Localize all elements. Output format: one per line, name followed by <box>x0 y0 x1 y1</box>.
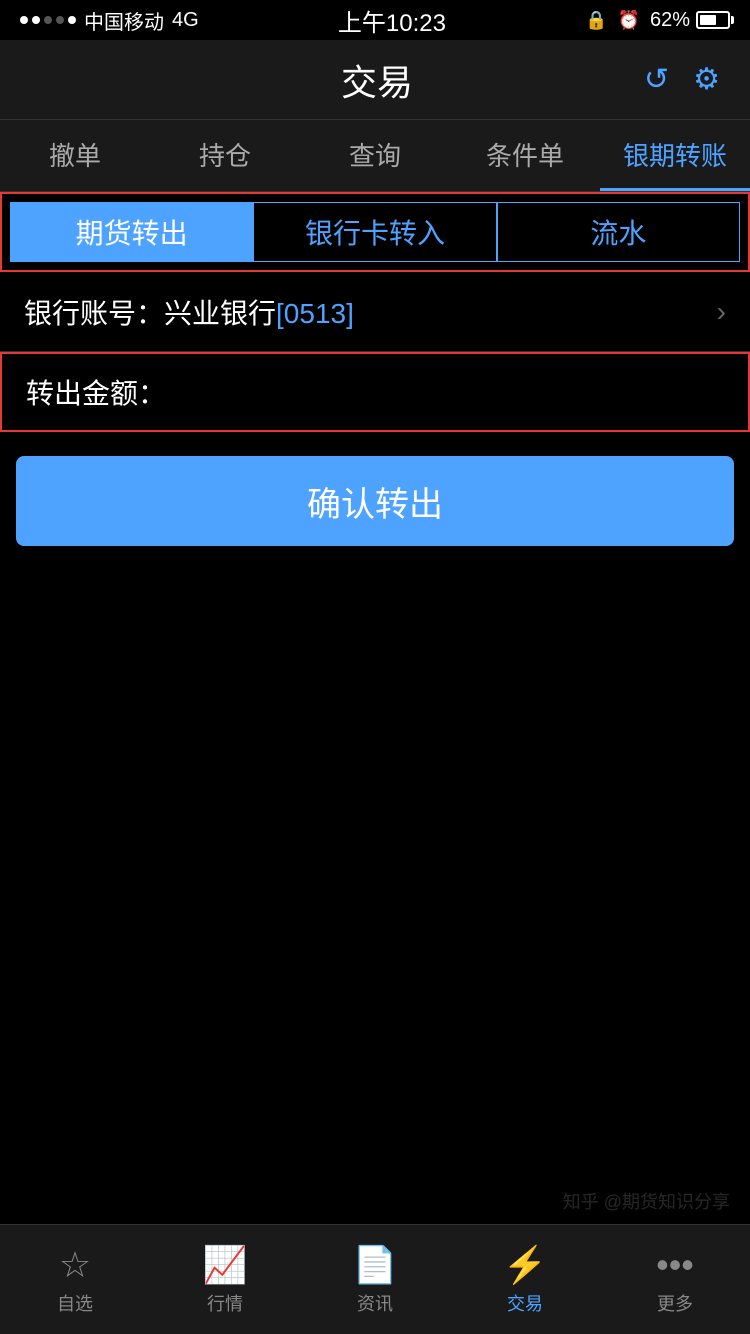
amount-input[interactable] <box>166 376 724 408</box>
bottom-nav-更多[interactable]: ••• 更多 <box>600 1225 750 1334</box>
network-label: 4G <box>172 9 199 32</box>
subtab-流水[interactable]: 流水 <box>497 202 740 262</box>
nav-tabs: 撤单 持仓 查询 条件单 银期转账 <box>0 120 750 192</box>
subtab-银行卡转入[interactable]: 银行卡转入 <box>253 202 496 262</box>
battery-area: 62% <box>650 9 730 32</box>
header-icons: ↺ ⚙ <box>644 62 720 97</box>
bank-account-text: 银行账号：兴业银行[0513] <box>24 292 354 332</box>
bank-account-row[interactable]: 银行账号：兴业银行[0513] › <box>0 272 750 352</box>
main-content: 银行账号：兴业银行[0513] › 转出金额： 确认转出 <box>0 272 750 546</box>
tab-持仓[interactable]: 持仓 <box>150 120 300 191</box>
chevron-right-icon: › <box>717 296 726 328</box>
battery-fill <box>700 15 716 25</box>
amount-label: 转出金额： <box>26 372 166 412</box>
refresh-button[interactable]: ↺ <box>644 62 669 97</box>
bottom-nav-label-3: 交易 <box>507 1290 543 1316</box>
bottom-nav-label-2: 资讯 <box>357 1290 393 1316</box>
status-left: 中国移动 4G <box>20 6 199 35</box>
carrier-label: 中国移动 <box>84 6 164 35</box>
tab-查询[interactable]: 查询 <box>300 120 450 191</box>
bottom-nav-自选[interactable]: ☆ 自选 <box>0 1225 150 1334</box>
bottom-nav-交易[interactable]: ⚡ 交易 <box>450 1225 600 1334</box>
page-title: 交易 <box>110 54 644 106</box>
signal-dots <box>20 16 76 24</box>
chart-icon: 📈 <box>203 1244 248 1286</box>
bottom-navigation: ☆ 自选 📈 行情 📄 资讯 ⚡ 交易 ••• 更多 <box>0 1224 750 1334</box>
bottom-nav-label-4: 更多 <box>657 1290 693 1316</box>
news-icon: 📄 <box>353 1244 398 1286</box>
watermark: 知乎 @期货知识分享 <box>563 1188 730 1214</box>
app-header: 交易 ↺ ⚙ <box>0 40 750 120</box>
bank-account-number: [0513] <box>276 298 354 329</box>
battery-icon <box>696 11 730 29</box>
trade-icon: ⚡ <box>503 1244 548 1286</box>
alarm-icon: ⏰ <box>618 10 640 31</box>
bottom-nav-行情[interactable]: 📈 行情 <box>150 1225 300 1334</box>
settings-button[interactable]: ⚙ <box>693 62 720 97</box>
tab-撤单[interactable]: 撤单 <box>0 120 150 191</box>
bottom-nav-资讯[interactable]: 📄 资讯 <box>300 1225 450 1334</box>
confirm-transfer-button[interactable]: 确认转出 <box>16 456 734 546</box>
lock-icon: 🔒 <box>585 10 607 31</box>
tab-条件单[interactable]: 条件单 <box>450 120 600 191</box>
subtab-期货转出[interactable]: 期货转出 <box>10 202 253 262</box>
bottom-nav-label-0: 自选 <box>57 1290 93 1316</box>
more-icon: ••• <box>656 1244 694 1286</box>
bottom-nav-label-1: 行情 <box>207 1290 243 1316</box>
status-time: 上午10:23 <box>338 3 446 38</box>
transfer-amount-row[interactable]: 转出金额： <box>0 352 750 432</box>
tab-银期转账[interactable]: 银期转账 <box>600 120 750 191</box>
sub-tabs: 期货转出 银行卡转入 流水 <box>0 192 750 272</box>
bank-prefix: 银行账号：兴业银行 <box>24 298 276 329</box>
battery-percent: 62% <box>650 9 690 32</box>
status-bar: 中国移动 4G 上午10:23 🔒 ⏰ 62% <box>0 0 750 40</box>
status-right: 🔒 ⏰ 62% <box>585 9 730 32</box>
star-icon: ☆ <box>59 1244 91 1286</box>
